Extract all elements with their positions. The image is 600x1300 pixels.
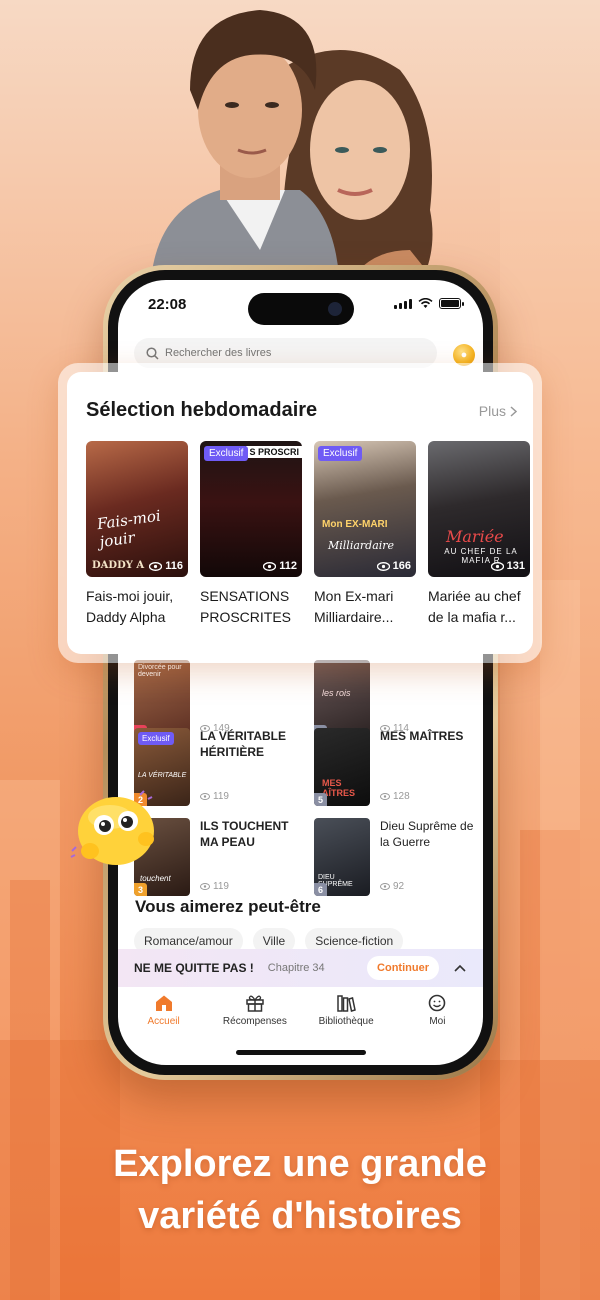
tab-label: Moi bbox=[429, 1016, 446, 1027]
more-label: Plus bbox=[478, 403, 506, 419]
book-title: Mariée au chef de la mafia r... bbox=[428, 588, 521, 625]
book-cover: MES AÎTRES 5 bbox=[314, 728, 370, 806]
chevron-right-icon bbox=[510, 405, 517, 417]
eye-icon bbox=[380, 883, 390, 890]
weekly-selection-card: Sélection hebdomadaire Plus Fais-moi jou… bbox=[58, 363, 542, 663]
book-title: SENSATIONS PROSCRITES bbox=[200, 588, 292, 625]
book-title: LA VÉRITABLE HÉRITIÈRE bbox=[200, 729, 286, 759]
rank-number: 5 bbox=[314, 793, 327, 806]
hero-couple-illustration bbox=[150, 10, 450, 300]
eye-icon bbox=[263, 561, 277, 571]
exclusive-badge: Exclusif bbox=[204, 446, 249, 461]
search-input[interactable] bbox=[165, 347, 405, 359]
continue-button[interactable]: Continuer bbox=[367, 956, 439, 980]
book-card[interactable]: Fais-moi jouir DADDY A 116 Fais-moi joui… bbox=[86, 441, 188, 628]
book-title: Fais-moi jouir, Daddy Alpha bbox=[86, 588, 174, 625]
profile-icon bbox=[429, 994, 446, 1012]
section-title-weekly: Sélection hebdomadaire bbox=[86, 399, 318, 421]
view-count: 166 bbox=[376, 560, 411, 572]
bottom-tab-bar: Accueil Récompenses Bibliothèque Moi bbox=[118, 992, 483, 1052]
book-cover: les rois 4 bbox=[314, 660, 370, 738]
book-cover: S PROSCRI Exclusif 112 bbox=[200, 441, 302, 577]
tab-rewards[interactable]: Récompenses bbox=[209, 992, 300, 1052]
continue-book-title: NE ME QUITTE PAS ! bbox=[134, 961, 254, 975]
book-title: ILS TOUCHENT MA PEAU bbox=[200, 819, 289, 849]
book-card[interactable]: S PROSCRI Exclusif 112 SENSATIONS PROSCR… bbox=[200, 441, 302, 628]
eye-icon bbox=[490, 561, 504, 571]
tab-label: Récompenses bbox=[222, 1016, 287, 1027]
continue-reading-bar[interactable]: NE ME QUITTE PAS ! Chapitre 34 Continuer bbox=[118, 949, 483, 987]
view-count: 131 bbox=[490, 560, 525, 572]
home-icon bbox=[155, 995, 172, 1011]
tab-label: Bibliothèque bbox=[318, 1016, 374, 1027]
tab-profile[interactable]: Moi bbox=[392, 992, 483, 1052]
book-cover: Fais-moi jouir DADDY A 116 bbox=[86, 441, 188, 577]
eye-icon bbox=[149, 561, 163, 571]
book-cover: DIEU SUPRÊME 6 bbox=[314, 818, 370, 896]
wifi-icon bbox=[418, 298, 433, 308]
eye-icon bbox=[200, 883, 210, 890]
home-indicator bbox=[235, 1050, 366, 1055]
eye-icon bbox=[380, 793, 390, 800]
more-link[interactable]: Plus bbox=[479, 403, 517, 419]
chevron-up-icon[interactable] bbox=[453, 961, 467, 975]
book-title: Dieu Suprême de la Guerre bbox=[380, 819, 474, 849]
library-icon bbox=[337, 995, 357, 1012]
book-cover: Exclusif Mon EX-MARI Milliardaire 166 bbox=[314, 441, 416, 577]
book-cover: Divorcée pour devenir 1 bbox=[134, 660, 190, 738]
view-count: 116 bbox=[149, 560, 183, 572]
search-icon bbox=[146, 346, 159, 360]
book-cover: Mariée AU CHEF DE LA MAFIA R 131 bbox=[428, 441, 530, 577]
exclusive-badge: Exclusif bbox=[318, 446, 363, 461]
tab-label: Accueil bbox=[147, 1016, 180, 1027]
tab-library[interactable]: Bibliothèque bbox=[301, 992, 392, 1052]
tab-home[interactable]: Accueil bbox=[118, 992, 209, 1052]
eye-icon bbox=[200, 793, 210, 800]
book-title: Mon Ex-mari Milliardaire... bbox=[314, 588, 394, 625]
book-title: MES MAÎTRES bbox=[380, 729, 464, 743]
exclusive-badge: Exclusif bbox=[138, 732, 174, 745]
battery-icon bbox=[439, 298, 464, 309]
ranking-item[interactable]: MES AÎTRES 5 MES MAÎTRES 128 bbox=[314, 728, 483, 808]
ranking-item[interactable]: DIEU SUPRÊME 6 Dieu Suprême de la Guerre… bbox=[314, 818, 483, 898]
view-count: 119 bbox=[200, 791, 229, 802]
continue-chapter: Chapitre 34 bbox=[267, 962, 325, 974]
book-card[interactable]: Mariée AU CHEF DE LA MAFIA R 131 Mariée … bbox=[428, 441, 530, 628]
view-count: 119 bbox=[200, 881, 229, 892]
promo-tagline: Explorez une grande variété d'histoires bbox=[0, 1138, 600, 1242]
tagline-line: Explorez une grande bbox=[113, 1143, 487, 1185]
view-count: 92 bbox=[380, 881, 404, 892]
view-count: 128 bbox=[380, 791, 410, 802]
rank-number: 3 bbox=[134, 883, 147, 896]
mascot-emoji bbox=[70, 790, 154, 865]
eye-icon bbox=[376, 561, 390, 571]
tagline-line: variété d'histoires bbox=[138, 1195, 462, 1237]
dynamic-island bbox=[247, 293, 354, 325]
status-time: 22:08 bbox=[148, 296, 187, 313]
book-card[interactable]: Exclusif Mon EX-MARI Milliardaire 166 Mo… bbox=[314, 441, 416, 628]
signal-icon bbox=[394, 298, 412, 309]
section-title-recommend: Vous aimerez peut-être bbox=[135, 897, 321, 916]
rank-number: 6 bbox=[314, 883, 327, 896]
view-count: 112 bbox=[263, 560, 297, 572]
gift-icon bbox=[246, 995, 264, 1012]
